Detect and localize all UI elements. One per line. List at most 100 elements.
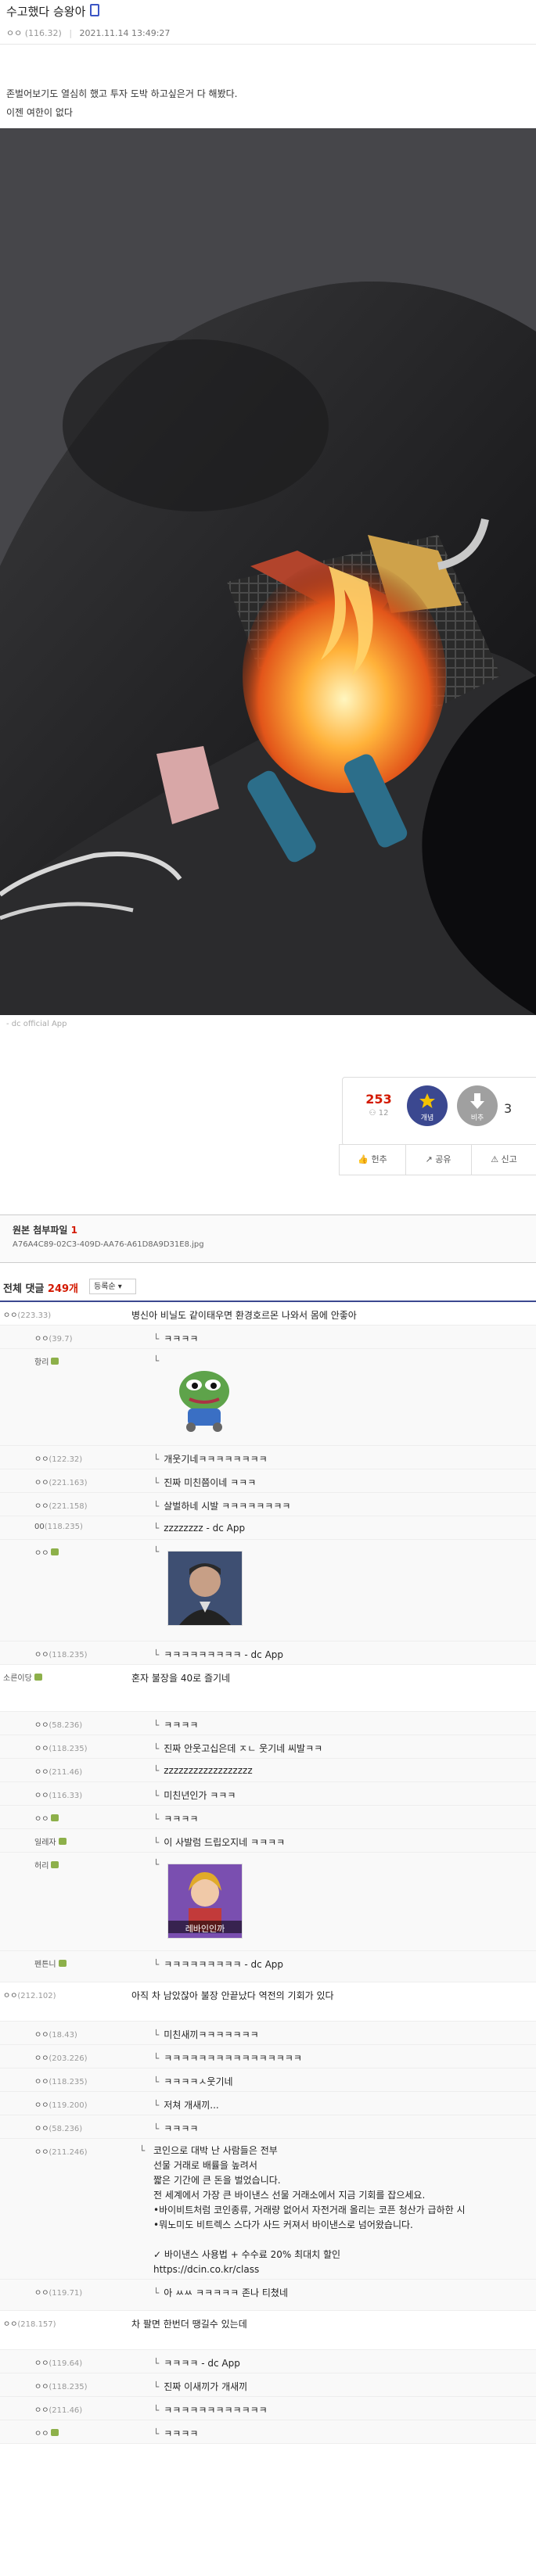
comment-text: 혼자 불장을 40로 즐기네 — [131, 1673, 231, 1684]
comment-nick[interactable]: ㅇㅇ(39.7) — [34, 1332, 72, 1344]
gallog-icon — [51, 1358, 59, 1365]
reply-arrow-icon: └ — [153, 1790, 160, 1801]
reply-arrow-icon: └ — [153, 2381, 160, 2392]
car-fire-photo — [0, 128, 536, 1015]
comment-nick[interactable]: ㅇㅇ(118.235) — [34, 1742, 88, 1753]
comment-nick[interactable]: ㅇㅇ(119.64) — [34, 2356, 82, 2368]
comment-nick[interactable]: ㅇㅇ(203.226) — [34, 2051, 88, 2063]
comment-text: └ 미친새끼ㅋㅋㅋㅋㅋㅋㅋ — [153, 2029, 259, 2040]
header-divider — [0, 44, 536, 45]
comment-text: └ zzzzzzzzzzzzzzzzzz — [153, 1765, 253, 1776]
recommend-box: 253 ⚇ 12 개념 비추 3 — [342, 1077, 536, 1146]
comment-nick[interactable]: ㅇㅇ — [34, 1546, 59, 1558]
comment-nick[interactable]: ㅇㅇ(211.246) — [34, 2145, 88, 2157]
recommend-up-button[interactable]: 개념 — [407, 1085, 448, 1126]
reply-row: ㅇㅇ(221.163) └ 진짜 미친쯤이네 ㅋㅋㅋ — [0, 1469, 536, 1493]
dccon-sticker[interactable] — [167, 1551, 243, 1626]
comment-text: └ ㅋㅋㅋㅋ - dc App — [153, 2358, 240, 2369]
share-bar-item-3[interactable]: ⚠ 신고 — [471, 1145, 536, 1175]
reply-arrow-icon: └ — [153, 1454, 160, 1465]
reply-row: ㅇㅇ(221.158) └ 살벌하네 시발 ㅋㅋㅋㅋㅋㅋㅋㅋ — [0, 1493, 536, 1516]
recommend-up-label: 개념 — [420, 1114, 434, 1122]
comment-text: └ 진짜 안웃고십은데 ㅈㄴ 웃기네 씨발ㅋㅋ — [153, 1743, 323, 1754]
comment-text: 아직 차 남았잖아 불장 안끝났다 역전의 기회가 있다 — [131, 1990, 334, 2001]
comment-text: └ 살벌하네 시발 ㅋㅋㅋㅋㅋㅋㅋㅋ — [153, 1501, 291, 1512]
reply-row: ㅇㅇ └ ㅋㅋㅋㅋ — [0, 2420, 536, 2444]
attachment-title: 원본 첨부파일 1 — [13, 1225, 77, 1236]
reply-row: ㅇㅇ(211.46) └ zzzzzzzzzzzzzzzzzz — [0, 1759, 536, 1782]
comment-nick[interactable]: ㅇㅇ(118.235) — [34, 2075, 88, 2086]
comment-nick[interactable]: ㅇㅇ(221.163) — [34, 1476, 88, 1487]
reply-arrow-icon: └ — [153, 2287, 160, 2298]
share-bar: 👍 헌추 ↗ 공유 ⚠ 신고 — [339, 1144, 536, 1175]
comment-nick[interactable]: 펜튼니 — [34, 1957, 67, 1969]
dccon-sticker[interactable] — [167, 1360, 241, 1433]
comment-nick[interactable]: 일레자 — [34, 1835, 67, 1847]
share-bar-item-2[interactable]: ↗ 공유 — [405, 1145, 472, 1175]
chevron-down-icon: ▾ — [117, 1283, 122, 1291]
comment-text: 코인으로 대박 난 사람들은 전부 선물 거래로 배률을 높려서 짧은 기간에 … — [139, 2145, 466, 2275]
comment-nick[interactable]: ㅇㅇ(221.158) — [34, 1499, 88, 1511]
post-body-line: 존벌어보기도 열심히 했고 투자 도박 하고싶은거 다 해봤다. — [6, 88, 238, 99]
comment-nick[interactable]: ㅇㅇ(122.32) — [34, 1452, 82, 1464]
recommend-count: 253 — [365, 1092, 392, 1107]
comment-nick[interactable]: ㅇㅇ(118.235) — [34, 2380, 88, 2391]
author-nick[interactable]: ㅇㅇ — [6, 28, 22, 38]
comment-text: └ 아 ㅆㅆ ㅋㅋㅋㅋㅋ 존나 티쳤네 — [153, 2287, 289, 2298]
comment-nick[interactable]: 소른이당 — [3, 1671, 42, 1683]
reply-arrow-icon: └ — [153, 1959, 160, 1970]
siren-icon: ⚠ — [491, 1154, 502, 1164]
comment-nick[interactable]: ㅇㅇ(118.235) — [34, 1648, 88, 1659]
mobile-icon — [90, 4, 100, 16]
gallog-icon — [58, 1960, 67, 1967]
comment-text: └ ㅋㅋㅋㅋ — [153, 2428, 199, 2439]
reply-arrow-icon: └ — [153, 2100, 160, 2111]
comment-nick[interactable]: ㅇㅇ(211.46) — [34, 1765, 82, 1777]
fixed-recommend-count: ⚇ 12 — [369, 1109, 389, 1118]
comment-text: └ ㅋㅋㅋㅋ — [153, 1814, 199, 1824]
reply-arrow-icon: └ — [153, 1546, 160, 1557]
comment-text: └ 진짜 미친쯤이네 ㅋㅋㅋ — [153, 1477, 257, 1488]
comment-nick[interactable]: ㅇㅇ(218.157) — [3, 2317, 56, 2329]
comment-nick[interactable]: ㅇㅇ — [34, 2427, 59, 2438]
reply-row: ㅇㅇ(116.33) └ 미친년인가 ㅋㅋㅋ — [0, 1782, 536, 1806]
attachment-file-link[interactable]: A76A4C89-02C3-409D-AA76-A61D8A9D31E8.jpg — [13, 1240, 204, 1249]
share-icon: ↗ — [425, 1154, 436, 1164]
reply-row: ㅇㅇ(203.226) └ ㅋㅋㅋㅋㅋㅋㅋㅋㅋㅋㅋㅋㅋㅋㅋㅋ — [0, 2045, 536, 2068]
comment-text: └ ㅋㅋㅋㅋ — [153, 1333, 199, 1344]
post-photo[interactable] — [0, 128, 536, 1015]
comment-nick[interactable]: ㅇㅇ — [34, 1812, 59, 1824]
reply-arrow-icon: └ — [153, 1859, 160, 1870]
reply-row: ㅇㅇ(211.246) 코인으로 대박 난 사람들은 전부 선물 거래로 배률을 … — [0, 2139, 536, 2280]
recommend-down-button[interactable]: 비추 — [457, 1085, 498, 1126]
comment-sort-select[interactable]: 등록순 ▾ — [89, 1279, 136, 1294]
reply-row: ㅇㅇ(119.71) └ 아 ㅆㅆ ㅋㅋㅋㅋㅋ 존나 티쳤네 — [0, 2280, 536, 2311]
comment-nick[interactable]: ㅇㅇ(212.102) — [3, 1989, 56, 2000]
reply-row: ㅇㅇ(118.235) └ 진짜 안웃고십은데 ㅈㄴ 웃기네 씨발ㅋㅋ — [0, 1735, 536, 1759]
comment-nick[interactable]: ㅇㅇ(58.236) — [34, 2122, 82, 2133]
reply-arrow-icon: └ — [153, 1355, 160, 1366]
comment-nick[interactable]: ㅇㅇ(223.33) — [3, 1308, 51, 1320]
comment-nick[interactable]: 항리 — [34, 1355, 59, 1367]
dccon-sticker[interactable]: 레바인인까 — [167, 1864, 243, 1939]
comment-nick[interactable]: ㅇㅇ(211.46) — [34, 2403, 82, 2415]
comment-nick[interactable]: ㅇㅇ(18.43) — [34, 2028, 77, 2040]
comment-nick[interactable]: ㅇㅇ(58.236) — [34, 1718, 82, 1730]
reply-arrow-icon: └ — [153, 2076, 160, 2087]
nonrecommend-count: 3 — [504, 1101, 513, 1116]
post-body: 존벌어보기도 열심히 했고 투자 도박 하고싶은거 다 해봤다. 이젠 여한이 … — [6, 84, 237, 122]
comment-nick[interactable]: ㅇㅇ(116.33) — [34, 1788, 82, 1800]
reply-row: ㅇㅇ(39.7) └ ㅋㅋㅋㅋ — [0, 1326, 536, 1349]
comments-header: 전체 댓글 249개 등록순 ▾ — [0, 1272, 536, 1302]
share-bar-item-1[interactable]: 👍 헌추 — [340, 1145, 406, 1175]
comment-nick[interactable]: 00(118.235) — [34, 1523, 83, 1531]
comment-nick[interactable]: ㅇㅇ(119.200) — [34, 2098, 88, 2110]
attachment-box: 원본 첨부파일 1 A76A4C89-02C3-409D-AA76-A61D8A… — [0, 1214, 536, 1263]
sticker-caption: 레바인인까 — [185, 1924, 225, 1934]
comment-nick[interactable]: 허리 — [34, 1859, 59, 1871]
comment-nick[interactable]: ㅇㅇ(119.71) — [34, 2286, 82, 2298]
reply-row: ㅇㅇ(58.236) └ ㅋㅋㅋㅋ — [0, 2115, 536, 2139]
comment-text: └ ㅋㅋㅋㅋㅋㅋㅋㅋㅋ - dc App — [153, 1959, 284, 1970]
post-body-line: 이젠 여한이 없다 — [6, 107, 73, 118]
comment-text: └ ㅋㅋㅋㅋㅋㅋㅋㅋㅋㅋㅋㅋㅋㅋㅋㅋ — [153, 2053, 302, 2064]
